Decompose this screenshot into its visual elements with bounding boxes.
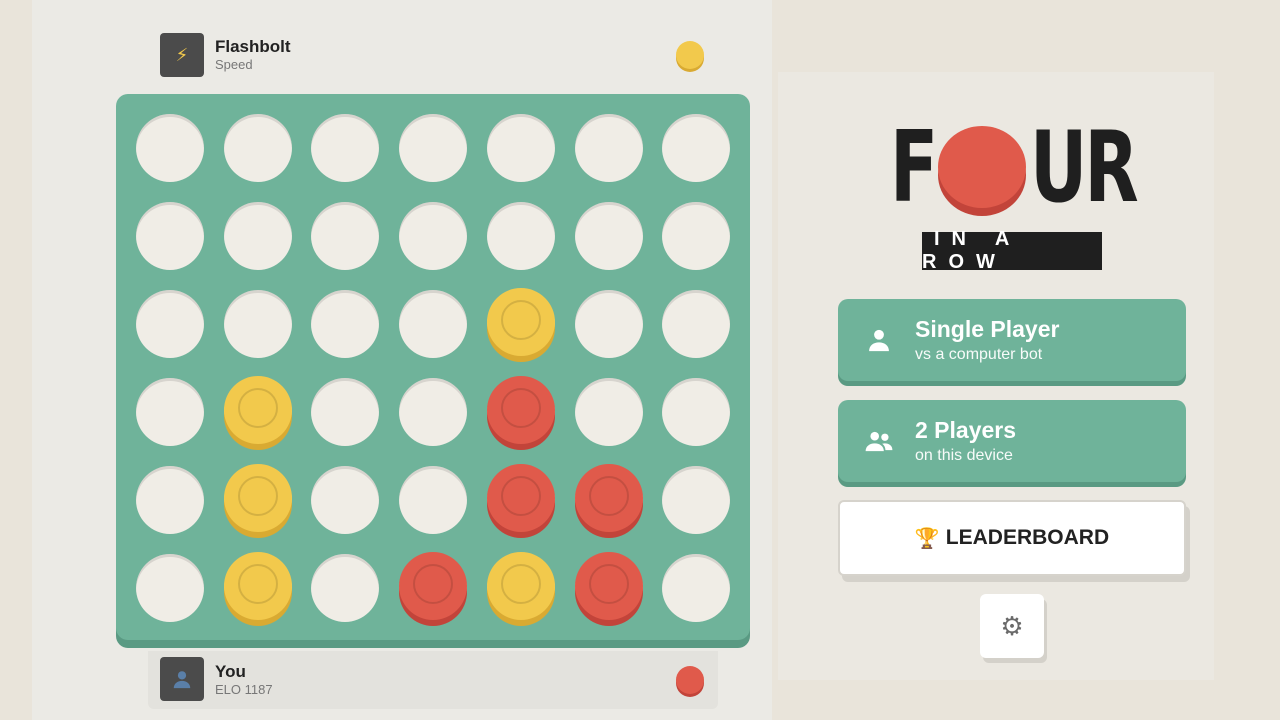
- board-cell[interactable]: [224, 202, 292, 270]
- board-cell[interactable]: [662, 378, 730, 446]
- board-cell[interactable]: [399, 114, 467, 182]
- board-cell[interactable]: [311, 466, 379, 534]
- yellow-piece: [487, 552, 555, 620]
- board-cell[interactable]: [575, 202, 643, 270]
- logo-letters-ur: UR: [1030, 111, 1139, 225]
- board-cell[interactable]: [662, 202, 730, 270]
- logo-letter-f: F: [890, 111, 938, 225]
- opponent-chip: [676, 41, 704, 69]
- board-cell[interactable]: [399, 466, 467, 534]
- player-bar: You ELO 1187: [148, 651, 718, 709]
- logo-disc: [938, 126, 1026, 208]
- board-cell[interactable]: [311, 290, 379, 358]
- red-piece: [487, 464, 555, 532]
- board-cell[interactable]: [487, 114, 555, 182]
- single-player-subtitle: vs a computer bot: [915, 346, 1043, 363]
- board-cell[interactable]: [662, 554, 730, 622]
- two-players-title: 2 Players: [915, 417, 1017, 443]
- settings-button[interactable]: ⚙: [980, 594, 1044, 658]
- board-cell[interactable]: [399, 202, 467, 270]
- leaderboard-button[interactable]: 🏆 LEADERBOARD: [838, 500, 1186, 576]
- trophy-icon: 🏆: [914, 527, 940, 550]
- yellow-piece: [487, 288, 555, 356]
- two-players-button[interactable]: 2 Players on this device: [838, 400, 1186, 482]
- board-cell[interactable]: [311, 114, 379, 182]
- red-piece: [575, 464, 643, 532]
- board-cell[interactable]: [136, 290, 204, 358]
- board-cell[interactable]: [136, 114, 204, 182]
- red-piece: [399, 552, 467, 620]
- yellow-piece: [224, 376, 292, 444]
- single-player-title: Single Player: [915, 316, 1060, 342]
- board-cell[interactable]: [399, 290, 467, 358]
- board-cell[interactable]: [224, 290, 292, 358]
- opponent-name: Flashbolt: [215, 37, 291, 56]
- board-cell[interactable]: [662, 466, 730, 534]
- single-player-button[interactable]: Single Player vs a computer bot: [838, 299, 1186, 381]
- board-cell[interactable]: [136, 202, 204, 270]
- board-cell[interactable]: [311, 378, 379, 446]
- board-cell[interactable]: [399, 378, 467, 446]
- board-cell[interactable]: [575, 378, 643, 446]
- logo-subtitle: IN A ROW: [922, 228, 1102, 273]
- gear-icon: ⚙: [1000, 610, 1024, 641]
- board-cell[interactable]: [311, 554, 379, 622]
- board-cell[interactable]: [487, 202, 555, 270]
- board-cell[interactable]: [575, 290, 643, 358]
- opponent-bar: ⚡ Flashbolt Speed: [148, 25, 718, 83]
- board-cell[interactable]: [136, 466, 204, 534]
- board-cell[interactable]: [136, 554, 204, 622]
- logo: F UR: [890, 118, 1140, 218]
- board-cell[interactable]: [662, 290, 730, 358]
- board-cell[interactable]: [136, 378, 204, 446]
- game-board[interactable]: [116, 94, 750, 640]
- board-cell[interactable]: [224, 114, 292, 182]
- yellow-piece: [224, 552, 292, 620]
- player-elo: ELO 1187: [215, 682, 273, 697]
- users-icon: [864, 426, 894, 456]
- board-cell[interactable]: [662, 114, 730, 182]
- two-players-subtitle: on this device: [915, 447, 1013, 464]
- leaderboard-label: LEADERBOARD: [945, 526, 1110, 549]
- red-piece: [487, 376, 555, 444]
- lightning-icon: ⚡: [160, 33, 204, 77]
- board-cell[interactable]: [311, 202, 379, 270]
- red-piece: [575, 552, 643, 620]
- player-name: You: [215, 662, 246, 681]
- opponent-subtitle: Speed: [215, 57, 253, 72]
- person-icon: [160, 657, 204, 701]
- user-icon: [864, 325, 894, 355]
- player-chip: [676, 666, 704, 694]
- yellow-piece: [224, 464, 292, 532]
- board-cell[interactable]: [575, 114, 643, 182]
